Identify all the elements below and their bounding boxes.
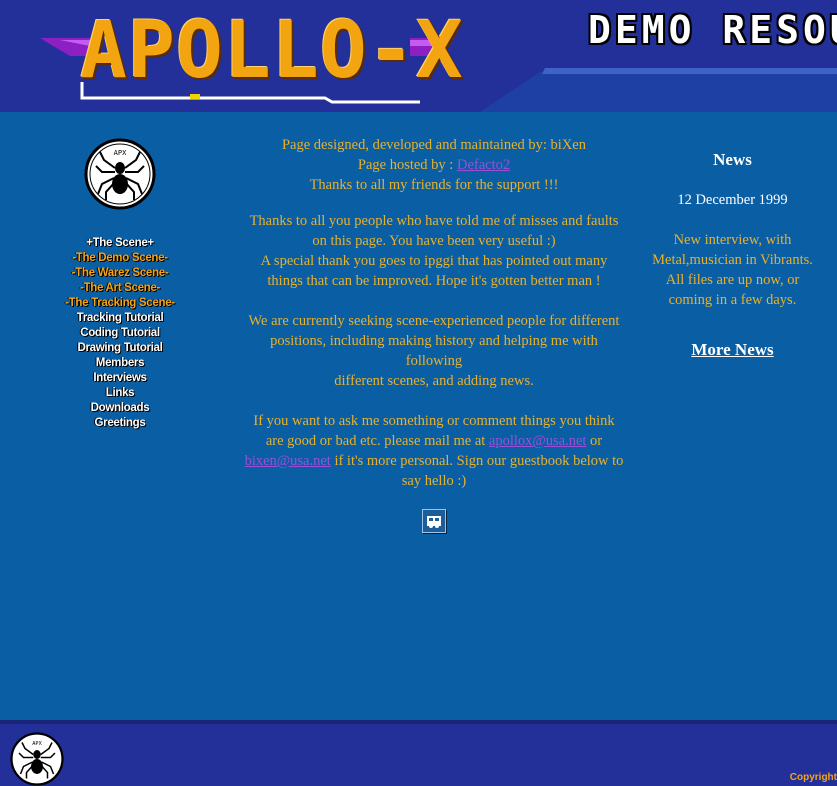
- footer-badge-text: APX: [32, 741, 42, 747]
- nav-item-coding-tutorial[interactable]: Coding Tutorial: [0, 326, 240, 341]
- site-logo: APOLLO-X: [80, 6, 464, 96]
- email-bixen-link[interactable]: bixen@usa.net: [245, 453, 331, 469]
- credits-line: Page designed, developed and maintained …: [281, 137, 586, 153]
- page-header: APOLLO-X DEMO RESOU: [0, 0, 837, 112]
- nav-item-drawing-tutorial[interactable]: Drawing Tutorial: [0, 341, 240, 356]
- news-heading: News: [713, 150, 752, 169]
- nav-item-members[interactable]: Members: [0, 356, 240, 371]
- contact-or: or: [590, 433, 603, 449]
- footer-spider-logo-icon: APX: [10, 732, 64, 786]
- nav-item-interviews[interactable]: Interviews: [0, 371, 240, 386]
- more-news-link[interactable]: More News: [691, 340, 773, 360]
- guestbook-icon[interactable]: [422, 509, 446, 533]
- hosted-line: Page hosted by : Defacto2: [244, 155, 624, 175]
- nav-item-art-scene[interactable]: -The Art Scene-: [0, 281, 240, 296]
- news-date: 12 December 1999: [677, 192, 788, 208]
- copyright-text: Copyright: [789, 772, 837, 783]
- nav-item-tracking-scene[interactable]: -The Tracking Scene-: [0, 296, 240, 311]
- contact-text-end: if it's more personal. Sign our guestboo…: [334, 453, 624, 489]
- contact-paragraph: If you want to ask me something or comme…: [244, 411, 624, 491]
- page-footer: APX Copyright: [0, 720, 837, 786]
- nav-item-links[interactable]: Links: [0, 386, 240, 401]
- guestbook-glyph-icon: [427, 516, 441, 528]
- spider-badge-text: APX: [114, 149, 127, 157]
- main-nav-menu: +The Scene+ -The Demo Scene- -The Warez …: [0, 236, 240, 431]
- nav-item-tracking-tutorial[interactable]: Tracking Tutorial: [0, 311, 240, 326]
- news-panel: News 12 December 1999 New interview, wit…: [650, 150, 815, 361]
- recruit-paragraph-line1: We are currently seeking scene-experienc…: [248, 313, 620, 369]
- email-apollox-link[interactable]: apollox@usa.net: [489, 433, 587, 449]
- hosted-prefix: Page hosted by :: [357, 157, 454, 173]
- banner-title: DEMO RESOU: [588, 8, 837, 52]
- thanks-line: Thanks to all my friends for the support…: [309, 177, 559, 193]
- nav-item-warez-scene[interactable]: -The Warez Scene-: [0, 266, 240, 281]
- thanks-paragraph-line1: Thanks to all you people who have told m…: [249, 213, 619, 229]
- recruit-paragraph-line2: different scenes, and adding news.: [334, 373, 534, 389]
- nav-item-demo-scene[interactable]: -The Demo Scene-: [0, 251, 240, 266]
- defacto2-link[interactable]: Defacto2: [457, 157, 510, 173]
- nav-item-the-scene[interactable]: +The Scene+: [0, 236, 240, 251]
- nav-item-greetings[interactable]: Greetings: [0, 416, 240, 431]
- thanks-paragraph-line3: A special thank you goes to ipggi that h…: [260, 253, 608, 289]
- nav-item-downloads[interactable]: Downloads: [0, 401, 240, 416]
- thanks-paragraph-line2: on this page. You have been very useful …: [312, 233, 556, 249]
- spider-logo-icon: APX: [84, 138, 156, 210]
- news-body: New interview, with Metal,musician in Vi…: [652, 232, 813, 308]
- main-content: Page designed, developed and maintained …: [244, 135, 624, 538]
